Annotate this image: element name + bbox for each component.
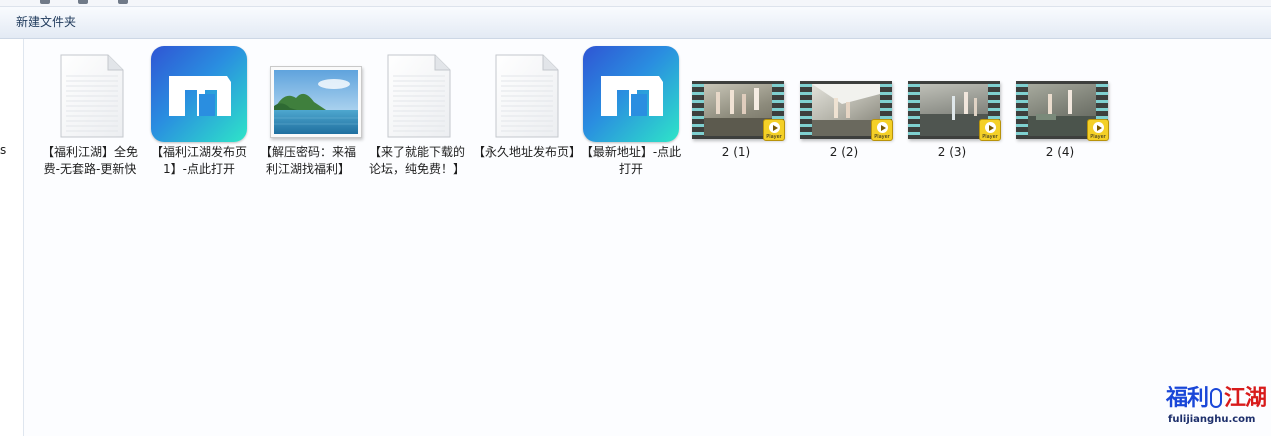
file-item[interactable]: 【来了就能下载的论坛，纯免费！】 [365, 42, 469, 202]
file-thumbnail [579, 42, 683, 142]
player-badge-text: Player [874, 134, 890, 140]
video-frame [704, 84, 772, 136]
watermark-url: fulijianghu.com [1168, 414, 1256, 425]
landscape-image-icon [270, 66, 362, 138]
file-name-label: 【永久地址发布页】 [473, 145, 582, 159]
mouse-icon [1210, 388, 1223, 408]
file-thumbnail [256, 42, 362, 142]
window-top-strip [0, 0, 1271, 7]
title-bar-control [118, 0, 128, 4]
video-thumbnail-icon: Player [800, 81, 893, 141]
file-name-label: 2 (4) [1045, 145, 1075, 159]
film-strip [692, 81, 704, 139]
play-icon [985, 122, 996, 133]
watermark-title-part1: 福利 [1166, 386, 1209, 411]
player-badge-text: Player [982, 134, 998, 140]
player-badge-icon: Player [979, 119, 1001, 141]
file-thumbnail: Player [1008, 42, 1112, 142]
file-item[interactable]: Player 2 (4) [1008, 42, 1112, 202]
file-name-label: 【最新地址】-点此打开 [580, 145, 682, 176]
player-badge-icon: Player [1087, 119, 1109, 141]
file-thumbnail: Player [684, 42, 788, 142]
file-thumbnail [147, 42, 251, 142]
file-name-label: 2 (1) [721, 145, 751, 159]
watermark-title: 福利 江湖 [1166, 386, 1267, 412]
play-icon [1093, 122, 1104, 133]
film-strip [908, 81, 920, 139]
navigation-pane[interactable]: s [0, 39, 24, 436]
file-item[interactable]: Player 2 (3) [900, 42, 1004, 202]
title-bar-control [40, 0, 50, 4]
video-thumbnail-icon: Player [908, 81, 1001, 141]
file-item[interactable]: 【解压密码：来福利江湖找福利】 [256, 42, 362, 202]
document-icon [60, 54, 124, 138]
file-item[interactable]: 【福利江湖发布页1】-点此打开 [147, 42, 251, 202]
play-icon [877, 122, 888, 133]
title-bar-control [78, 0, 88, 4]
file-list-view[interactable]: 【福利江湖】全免费-无套路-更新快 【福利江湖发布页1】-点此打开 【解压密码：… [24, 39, 1271, 436]
file-name-label: 2 (2) [829, 145, 859, 159]
maxthon-browser-icon [151, 46, 247, 142]
player-badge-icon: Player [871, 119, 893, 141]
file-item[interactable]: 【永久地址发布页】 [473, 42, 582, 202]
file-item[interactable]: 【最新地址】-点此打开 [579, 42, 683, 202]
video-frame [812, 84, 880, 136]
file-item[interactable]: Player 2 (1) [684, 42, 788, 202]
file-name-label: 【福利江湖】全免费-无套路-更新快 [41, 145, 138, 176]
file-thumbnail: Player [900, 42, 1004, 142]
video-frame [920, 84, 988, 136]
nav-pane-item-label: s [0, 143, 7, 157]
file-name-label: 2 (3) [937, 145, 967, 159]
play-icon [769, 122, 780, 133]
new-folder-button[interactable]: 新建文件夹 [8, 12, 84, 32]
video-thumbnail-icon: Player [692, 81, 785, 141]
video-frame [1028, 84, 1096, 136]
file-name-label: 【来了就能下载的论坛，纯免费！】 [368, 145, 465, 176]
file-thumbnail [365, 42, 469, 142]
video-thumbnail-icon: Player [1016, 81, 1109, 141]
file-item[interactable]: Player 2 (2) [792, 42, 896, 202]
explorer-toolbar: 新建文件夹 [0, 7, 1271, 39]
file-thumbnail [473, 42, 577, 142]
file-item[interactable]: 【福利江湖】全免费-无套路-更新快 [38, 42, 142, 202]
file-name-label: 【解压密码：来福利江湖找福利】 [259, 145, 356, 176]
film-strip [1016, 81, 1028, 139]
file-thumbnail: Player [792, 42, 896, 142]
file-name-label: 【福利江湖发布页1】-点此打开 [150, 145, 247, 176]
player-badge-icon: Player [763, 119, 785, 141]
document-icon [495, 54, 559, 138]
maxthon-browser-icon [583, 46, 679, 142]
document-icon [387, 54, 451, 138]
watermark-title-part2: 江湖 [1224, 386, 1267, 411]
site-watermark: 福利 江湖 fulijianghu.com [1166, 386, 1267, 432]
player-badge-text: Player [766, 134, 782, 140]
player-badge-text: Player [1090, 134, 1106, 140]
file-thumbnail [38, 42, 142, 142]
film-strip [800, 81, 812, 139]
